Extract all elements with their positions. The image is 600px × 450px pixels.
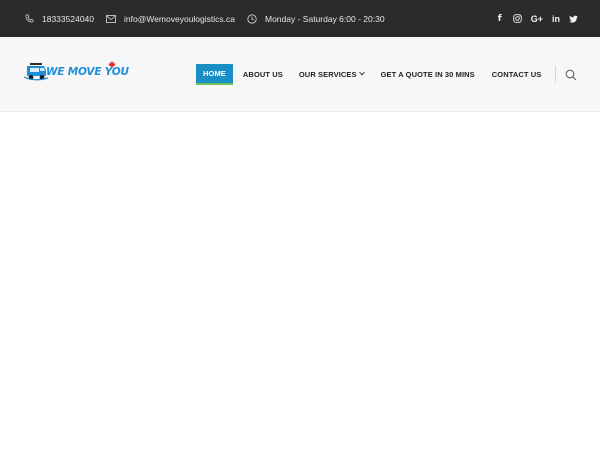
search-icon[interactable] [565,68,577,81]
chevron-down-icon [358,71,365,78]
nav-item-our-services-label: OUR SERVICES [298,70,357,79]
nav-divider [555,66,556,83]
social-links: f G+ in [496,0,578,37]
business-hours: Monday - Saturday 6:00 - 20:30 [247,0,385,37]
facebook-icon[interactable]: f [496,13,504,25]
site-logo[interactable]: WE MOVE YOU [24,61,138,83]
nav-item-about-us[interactable]: ABOUT US [243,64,283,85]
google-plus-icon[interactable]: G+ [531,13,543,25]
twitter-icon[interactable] [569,13,578,25]
brand-name: WE MOVE YOU [46,66,129,78]
phone-icon [24,14,34,24]
phone-number[interactable]: 18333524040 [42,14,94,24]
maple-leaf-icon [108,61,116,68]
nav-item-our-services[interactable]: OUR SERVICES [299,64,365,85]
main-menu: HOME ABOUT US OUR SERVICES GET A QUOTE I… [196,64,541,85]
top-bar: 18333524040 info@Wemoveyoulogistics.ca M… [0,0,600,37]
nav-item-get-a-quote[interactable]: GET A QUOTE IN 30 MINS [381,64,475,85]
instagram-icon[interactable] [513,13,522,25]
mail-icon [106,14,116,24]
email-address[interactable]: info@Wemoveyoulogistics.ca [124,14,235,24]
phone-contact[interactable]: 18333524040 [24,0,94,37]
email-contact[interactable]: info@Wemoveyoulogistics.ca [106,0,235,37]
hours-text: Monday - Saturday 6:00 - 20:30 [265,13,385,24]
nav-item-contact-us[interactable]: CONTACT US [492,64,542,85]
main-content [0,112,600,450]
clock-icon [247,13,257,24]
nav-item-home[interactable]: HOME [196,64,233,85]
linkedin-icon[interactable]: in [552,13,560,25]
main-navbar: WE MOVE YOU HOME ABOUT US OUR SERVICES G… [0,37,600,112]
